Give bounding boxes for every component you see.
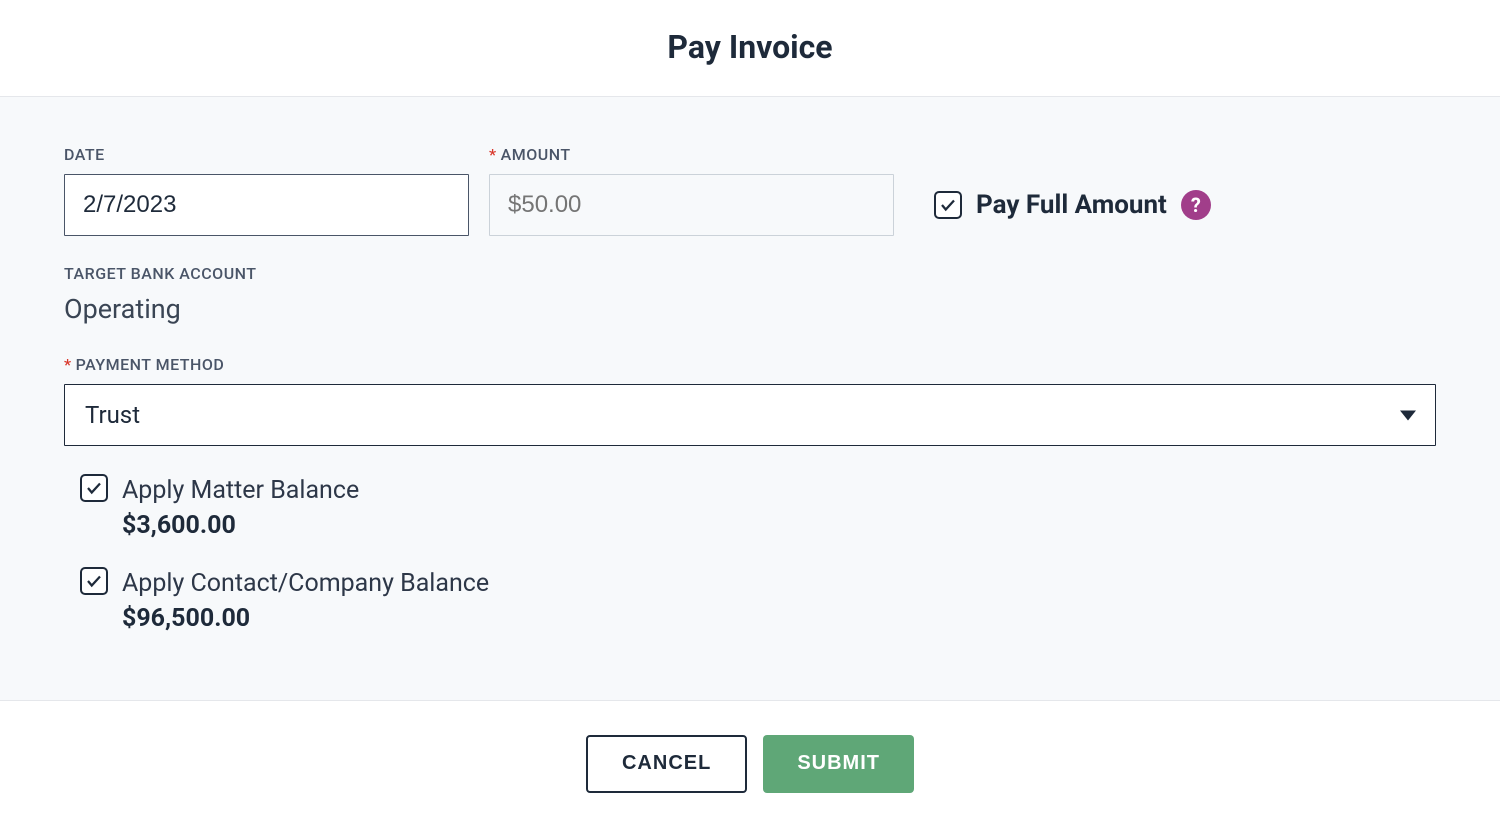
payment-method-select-wrap: Trust — [64, 384, 1436, 446]
apply-contact-balance-amount: $96,500.00 — [122, 601, 489, 636]
date-input[interactable] — [64, 174, 469, 236]
apply-matter-balance-row: Apply Matter Balance $3,600.00 — [64, 474, 1436, 543]
pay-full-group: Pay Full Amount ? — [934, 174, 1211, 236]
help-icon[interactable]: ? — [1181, 190, 1211, 220]
form-area: DATE *AMOUNT Pay Full Amount ? TARGET BA… — [0, 97, 1500, 701]
payment-method-label: *PAYMENT METHOD — [64, 355, 1436, 374]
pay-full-checkbox[interactable] — [934, 191, 962, 219]
submit-button[interactable]: SUBMIT — [763, 735, 914, 793]
payment-method-label-text: PAYMENT METHOD — [76, 355, 225, 374]
footer: CANCEL SUBMIT — [0, 701, 1500, 827]
apply-contact-balance-row: Apply Contact/Company Balance $96,500.00 — [64, 567, 1436, 636]
amount-required-marker: * — [489, 145, 497, 164]
apply-matter-balance-label: Apply Matter Balance — [122, 474, 359, 508]
check-icon — [939, 196, 957, 214]
apply-contact-balance-checkbox[interactable] — [80, 567, 108, 595]
date-field-wrap: DATE — [64, 145, 469, 236]
payment-method-section: *PAYMENT METHOD Trust — [64, 355, 1436, 446]
check-icon — [85, 479, 103, 497]
pay-full-label: Pay Full Amount — [976, 190, 1167, 220]
apply-matter-balance-texts: Apply Matter Balance $3,600.00 — [122, 474, 359, 543]
modal-title: Pay Invoice — [0, 28, 1500, 66]
amount-field-wrap: *AMOUNT — [489, 145, 894, 236]
amount-label: *AMOUNT — [489, 145, 894, 164]
payment-method-select[interactable]: Trust — [64, 384, 1436, 446]
apply-matter-balance-checkbox[interactable] — [80, 474, 108, 502]
payment-method-selected: Trust — [85, 401, 140, 429]
apply-contact-balance-texts: Apply Contact/Company Balance $96,500.00 — [122, 567, 489, 636]
cancel-button[interactable]: CANCEL — [586, 735, 747, 793]
apply-matter-balance-amount: $3,600.00 — [122, 508, 359, 543]
modal-header: Pay Invoice — [0, 0, 1500, 97]
amount-input[interactable] — [489, 174, 894, 236]
apply-contact-balance-label: Apply Contact/Company Balance — [122, 567, 489, 601]
check-icon — [85, 572, 103, 590]
row-date-amount: DATE *AMOUNT Pay Full Amount ? — [64, 145, 1436, 236]
date-label: DATE — [64, 145, 469, 164]
payment-method-required-marker: * — [64, 355, 72, 374]
amount-label-text: AMOUNT — [501, 145, 571, 164]
target-bank-value: Operating — [64, 293, 1436, 325]
target-bank-section: TARGET BANK ACCOUNT Operating — [64, 264, 1436, 325]
target-bank-label: TARGET BANK ACCOUNT — [64, 264, 1436, 283]
